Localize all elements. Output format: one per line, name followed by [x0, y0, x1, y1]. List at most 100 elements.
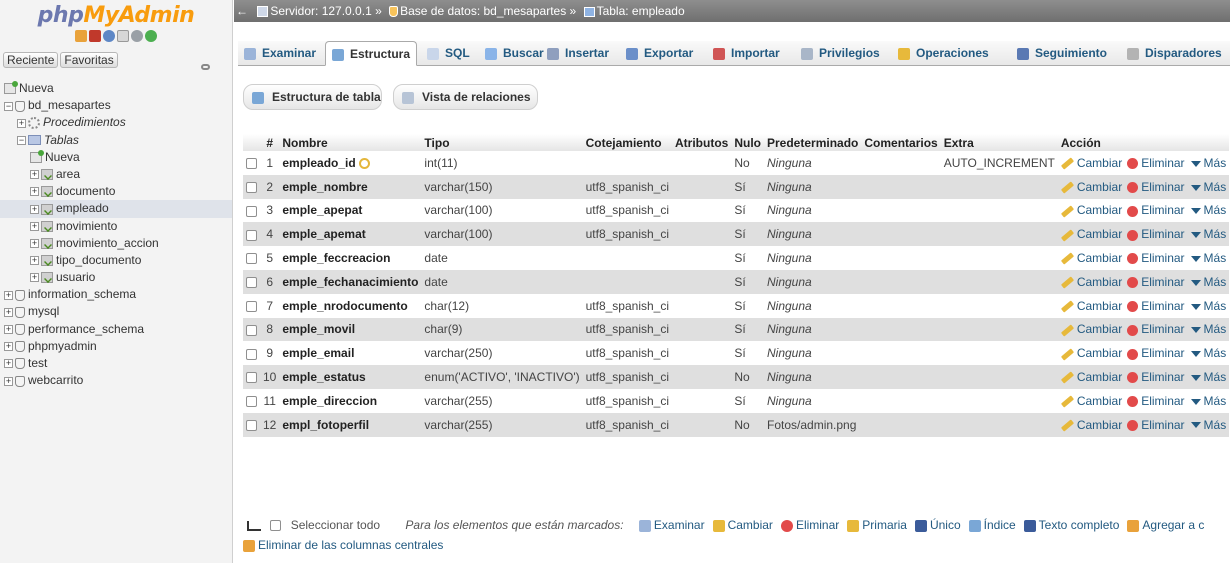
change-button[interactable]: Cambiar	[1060, 418, 1122, 432]
expand-icon[interactable]: +	[4, 359, 13, 369]
tree-item-empleado[interactable]: + empleado	[0, 200, 232, 218]
expand-icon[interactable]: −	[17, 135, 26, 145]
change-button[interactable]: Cambiar	[1060, 346, 1122, 360]
bulk-fulltext-button[interactable]: Texto completo	[1016, 518, 1119, 532]
row-checkbox[interactable]	[246, 348, 257, 360]
bulk-drop-button[interactable]: Eliminar	[773, 518, 839, 532]
tree-item-tablas[interactable]: − Tablas	[0, 132, 232, 149]
tab-estructura[interactable]: Estructura	[325, 41, 418, 66]
settings-icon[interactable]	[131, 30, 143, 42]
tab-disparadores[interactable]: Disparadores	[1127, 41, 1222, 66]
tree-item-documento[interactable]: + documento	[0, 183, 232, 200]
row-checkbox[interactable]	[246, 158, 257, 170]
tree-item-mysql[interactable]: + mysql	[0, 303, 232, 320]
drop-button[interactable]: Eliminar	[1122, 227, 1185, 241]
row-checkbox[interactable]	[246, 372, 257, 384]
change-button[interactable]: Cambiar	[1060, 322, 1122, 336]
more-button[interactable]: Más	[1185, 156, 1226, 170]
favorites-button[interactable]: Favoritas	[60, 52, 118, 68]
select-all-checkbox[interactable]	[270, 520, 282, 532]
row-checkbox[interactable]	[246, 205, 257, 217]
change-button[interactable]: Cambiar	[1060, 370, 1122, 384]
breadcrumb-table[interactable]: Tabla: empleado	[597, 4, 685, 18]
change-button[interactable]: Cambiar	[1060, 275, 1122, 289]
table-structure-button[interactable]: Estructura de tabla	[243, 84, 382, 110]
drop-button[interactable]: Eliminar	[1122, 156, 1185, 170]
bulk-change-button[interactable]: Cambiar	[705, 518, 773, 532]
more-button[interactable]: Más	[1185, 203, 1226, 217]
tree-item-movimiento[interactable]: + movimiento	[0, 218, 232, 235]
change-button[interactable]: Cambiar	[1060, 227, 1122, 241]
expand-icon[interactable]: +	[17, 118, 26, 128]
tab-insertar[interactable]: Insertar	[547, 41, 609, 66]
tab-importar[interactable]: Importar	[713, 41, 780, 66]
drop-button[interactable]: Eliminar	[1122, 203, 1185, 217]
more-button[interactable]: Más	[1185, 275, 1226, 289]
expand-icon[interactable]: +	[4, 342, 13, 352]
tree-item-phpmyadmin[interactable]: + phpmyadmin	[0, 338, 232, 355]
breadcrumb-database[interactable]: Base de datos: bd_mesapartes »	[400, 4, 576, 18]
expand-icon[interactable]: +	[4, 376, 13, 386]
more-button[interactable]: Más	[1185, 180, 1226, 194]
breadcrumb-server[interactable]: Servidor: 127.0.0.1 »	[270, 4, 381, 18]
tab-privilegios[interactable]: Privilegios	[801, 41, 880, 66]
tab-buscar[interactable]: Buscar	[485, 41, 544, 66]
drop-button[interactable]: Eliminar	[1122, 346, 1185, 360]
help-icon[interactable]	[103, 30, 115, 42]
expand-icon[interactable]: −	[4, 101, 13, 111]
change-button[interactable]: Cambiar	[1060, 203, 1122, 217]
bulk-primary-button[interactable]: Primaria	[839, 518, 907, 532]
row-checkbox[interactable]	[246, 396, 257, 408]
remove-central-columns-link[interactable]: Eliminar de las columnas centrales	[258, 538, 443, 552]
tab-examinar[interactable]: Examinar	[244, 41, 316, 66]
drop-button[interactable]: Eliminar	[1122, 251, 1185, 265]
more-button[interactable]: Más	[1185, 418, 1226, 432]
drop-button[interactable]: Eliminar	[1122, 275, 1185, 289]
drop-button[interactable]: Eliminar	[1122, 299, 1185, 313]
tree-item-performance_schema[interactable]: + performance_schema	[0, 321, 232, 338]
select-all-label[interactable]: Seleccionar todo	[291, 518, 380, 532]
drop-button[interactable]: Eliminar	[1122, 322, 1185, 336]
home-icon[interactable]	[75, 30, 87, 42]
row-checkbox[interactable]	[246, 301, 257, 312]
more-button[interactable]: Más	[1185, 251, 1226, 265]
recent-button[interactable]: Reciente	[3, 52, 59, 68]
bulk-index-button[interactable]: Índice	[961, 518, 1016, 532]
drop-button[interactable]: Eliminar	[1122, 370, 1185, 384]
change-button[interactable]: Cambiar	[1060, 251, 1122, 265]
expand-icon[interactable]: +	[4, 307, 13, 317]
more-button[interactable]: Más	[1185, 370, 1226, 384]
row-checkbox[interactable]	[246, 419, 257, 431]
tree-item-usuario[interactable]: + usuario	[0, 269, 232, 286]
tree-item-bd_mesapartes[interactable]: − bd_mesapartes	[0, 97, 232, 114]
change-button[interactable]: Cambiar	[1060, 299, 1122, 313]
more-button[interactable]: Más	[1185, 322, 1226, 336]
drop-button[interactable]: Eliminar	[1122, 180, 1185, 194]
tab-operaciones[interactable]: Operaciones	[898, 41, 989, 66]
reload-icon[interactable]	[145, 30, 157, 42]
more-button[interactable]: Más	[1185, 346, 1226, 360]
drop-button[interactable]: Eliminar	[1122, 394, 1185, 408]
link-icon[interactable]	[201, 64, 210, 70]
tab-exportar[interactable]: Exportar	[626, 41, 693, 66]
bulk-unique-button[interactable]: Único	[907, 518, 961, 532]
more-button[interactable]: Más	[1185, 394, 1226, 408]
expand-icon[interactable]: +	[30, 239, 39, 249]
expand-icon[interactable]: +	[30, 273, 39, 283]
row-checkbox[interactable]	[246, 253, 257, 265]
expand-icon[interactable]: +	[30, 204, 39, 214]
more-button[interactable]: Más	[1185, 227, 1226, 241]
phpmyadmin-logo[interactable]: phpMyAdmin	[0, 0, 232, 30]
tree-item-nueva[interactable]: Nueva	[0, 149, 232, 166]
row-checkbox[interactable]	[246, 229, 257, 241]
relation-view-button[interactable]: Vista de relaciones	[393, 84, 538, 110]
more-button[interactable]: Más	[1185, 299, 1226, 313]
expand-icon[interactable]: +	[30, 221, 39, 231]
tree-item-tipo_documento[interactable]: + tipo_documento	[0, 252, 232, 269]
expand-icon[interactable]: +	[30, 256, 39, 266]
change-button[interactable]: Cambiar	[1060, 394, 1122, 408]
tree-item-procedimientos[interactable]: + Procedimientos	[0, 114, 232, 131]
tab-seguimiento[interactable]: Seguimiento	[1017, 41, 1107, 66]
row-checkbox[interactable]	[246, 182, 257, 194]
row-checkbox[interactable]	[246, 277, 257, 289]
